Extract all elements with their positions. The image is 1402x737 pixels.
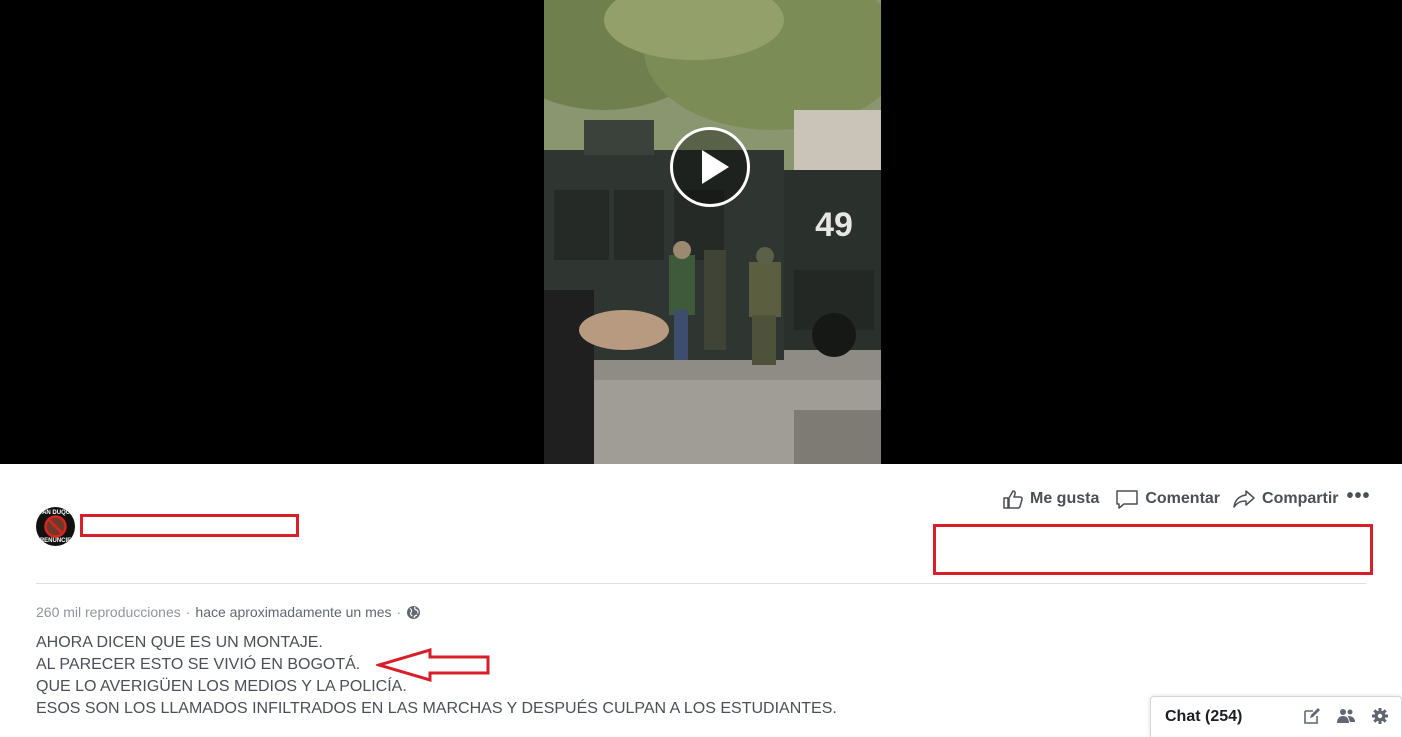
redacted-info-box: [933, 524, 1373, 575]
share-label: Compartir: [1262, 490, 1339, 507]
redacted-page-name-box: [80, 514, 299, 537]
video-scene: 49: [544, 0, 881, 464]
page-avatar[interactable]: IVAN DUQUE RENUNCIE: [36, 507, 75, 546]
meta-separator-2: ·: [396, 604, 402, 620]
post-timestamp[interactable]: hace aproximadamente un mes: [195, 604, 391, 620]
like-label: Me gusta: [1030, 490, 1100, 507]
caption-line: ESOS SON LOS LLAMADOS INFILTRADOS EN LAS…: [36, 700, 837, 717]
comment-icon: [1116, 490, 1139, 509]
video-thumbnail[interactable]: 49: [544, 0, 881, 464]
post-actions: Me gusta Comentar Compartir •••: [1002, 486, 1371, 512]
comment-button[interactable]: Comentar: [1115, 488, 1220, 510]
more-options-icon: •••: [1346, 485, 1371, 507]
more-options-button[interactable]: •••: [1346, 486, 1370, 506]
video-player[interactable]: 49: [0, 0, 1402, 464]
divider: [36, 583, 1366, 584]
share-button[interactable]: Compartir: [1232, 488, 1338, 510]
settings-gear-icon[interactable]: [1371, 707, 1389, 725]
share-icon: [1233, 490, 1255, 508]
view-count: 260 mil reproducciones: [36, 604, 181, 620]
chat-label[interactable]: Chat (254): [1165, 708, 1242, 726]
post-meta: 260 mil reproducciones · hace aproximada…: [36, 604, 421, 620]
chat-icons: [1287, 707, 1389, 725]
new-message-icon[interactable]: [1303, 707, 1321, 725]
thumbs-up-icon: [1003, 490, 1023, 509]
meta-separator: ·: [185, 604, 191, 620]
play-icon: [702, 150, 729, 184]
like-button[interactable]: Me gusta: [1002, 488, 1099, 510]
avatar-bottom-text: RENUNCIE: [39, 538, 72, 544]
globe-icon[interactable]: [406, 605, 421, 620]
new-group-icon[interactable]: [1337, 707, 1355, 725]
annotation-arrow-icon: [376, 647, 490, 683]
play-button[interactable]: [670, 127, 750, 207]
comment-label: Comentar: [1145, 490, 1221, 507]
chat-bar[interactable]: Chat (254): [1150, 696, 1402, 737]
vehicle-number-label: 49: [815, 206, 853, 244]
